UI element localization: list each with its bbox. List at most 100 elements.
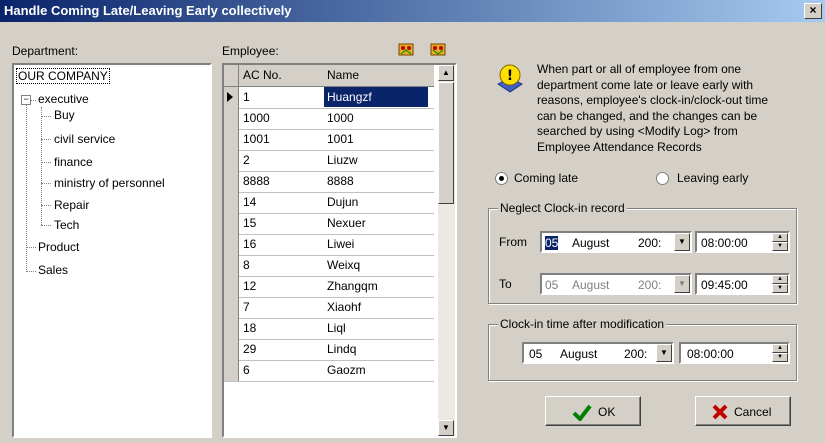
from-time-field[interactable]: 08:00:00 ▲ ▼ bbox=[695, 231, 790, 253]
cell-ac-no[interactable]: 18 bbox=[243, 321, 256, 335]
from-year[interactable]: 200: bbox=[638, 236, 661, 250]
cell-ac-no[interactable]: 1 bbox=[243, 90, 250, 104]
table-row[interactable]: 16 Liwei bbox=[224, 234, 434, 256]
cell-ac-no[interactable]: 1001 bbox=[243, 132, 270, 146]
cell-ac-no[interactable]: 7 bbox=[243, 300, 250, 314]
column-header-name[interactable]: Name bbox=[327, 68, 359, 82]
collapse-icon[interactable]: − bbox=[21, 95, 31, 105]
leaving-early-label[interactable]: Leaving early bbox=[677, 171, 748, 185]
cancel-button[interactable]: Cancel bbox=[695, 396, 791, 426]
to-day[interactable]: 05 bbox=[545, 278, 558, 292]
tree-item-finance[interactable]: finance bbox=[54, 155, 93, 169]
modification-date-dropdown-icon[interactable]: ▼ bbox=[656, 344, 672, 362]
select-all-icon[interactable] bbox=[398, 41, 414, 57]
cell-ac-no[interactable]: 2 bbox=[243, 153, 250, 167]
leaving-early-radio[interactable] bbox=[656, 172, 669, 185]
row-indicator[interactable] bbox=[224, 360, 239, 381]
row-indicator[interactable] bbox=[224, 255, 239, 276]
cell-name[interactable]: Zhangqm bbox=[324, 279, 381, 293]
cell-name[interactable]: Dujun bbox=[324, 195, 361, 209]
row-indicator[interactable] bbox=[224, 339, 239, 360]
cell-ac-no[interactable]: 8 bbox=[243, 258, 250, 272]
cell-name[interactable]: 8888 bbox=[324, 174, 357, 188]
department-tree[interactable]: OUR COMPANY − executive Buy civil servic… bbox=[12, 63, 212, 438]
tree-item-buy[interactable]: Buy bbox=[54, 108, 75, 122]
spin-up-icon[interactable]: ▲ bbox=[772, 233, 788, 242]
row-indicator[interactable] bbox=[224, 213, 239, 234]
spin-down-icon[interactable]: ▼ bbox=[772, 284, 788, 293]
modification-time-spinner[interactable]: ▲ ▼ bbox=[772, 344, 788, 362]
cell-ac-no[interactable]: 8888 bbox=[243, 174, 270, 188]
tree-item-civil-service[interactable]: civil service bbox=[54, 132, 115, 146]
modification-time-value[interactable]: 08:00:00 bbox=[687, 347, 734, 361]
row-indicator[interactable] bbox=[224, 234, 239, 255]
scroll-thumb[interactable] bbox=[438, 82, 454, 204]
table-row[interactable]: 18 Liql bbox=[224, 318, 434, 340]
from-date-dropdown-icon[interactable]: ▼ bbox=[674, 233, 690, 251]
close-button[interactable]: × bbox=[804, 3, 822, 19]
tree-item-sales[interactable]: Sales bbox=[38, 263, 68, 277]
row-indicator[interactable] bbox=[224, 150, 239, 171]
row-indicator[interactable] bbox=[224, 192, 239, 213]
cell-ac-no[interactable]: 6 bbox=[243, 363, 250, 377]
scroll-down-button[interactable]: ▼ bbox=[438, 420, 454, 436]
from-day[interactable]: 05 bbox=[545, 236, 559, 250]
from-month[interactable]: August bbox=[572, 236, 609, 250]
to-time-value[interactable]: 09:45:00 bbox=[701, 278, 748, 292]
employee-grid[interactable]: AC No. Name 1 Huangzf 1000 1000 1001 1001 2 Liu… bbox=[222, 63, 457, 438]
cell-name[interactable]: Huangzf bbox=[324, 87, 428, 107]
deselect-all-icon[interactable] bbox=[430, 41, 446, 57]
row-indicator[interactable] bbox=[224, 129, 239, 150]
table-row[interactable]: 1000 1000 bbox=[224, 108, 434, 130]
to-date-dropdown-icon[interactable]: ▼ bbox=[674, 275, 690, 293]
row-indicator[interactable] bbox=[224, 108, 239, 129]
cell-name[interactable]: Gaozm bbox=[324, 363, 369, 377]
tree-item-ministry-of-personnel[interactable]: ministry of personnel bbox=[54, 176, 165, 190]
cell-ac-no[interactable]: 12 bbox=[243, 279, 256, 293]
table-row[interactable]: 8 Weixq bbox=[224, 255, 434, 277]
row-indicator[interactable] bbox=[224, 318, 239, 339]
tree-item-tech[interactable]: Tech bbox=[54, 218, 79, 232]
from-time-value[interactable]: 08:00:00 bbox=[701, 236, 748, 250]
table-row[interactable]: 14 Dujun bbox=[224, 192, 434, 214]
table-row[interactable]: 1001 1001 bbox=[224, 129, 434, 151]
table-row[interactable]: 15 Nexuer bbox=[224, 213, 434, 235]
modification-month[interactable]: August bbox=[560, 347, 597, 361]
cell-name[interactable]: Liql bbox=[324, 321, 349, 335]
tree-item-our-company[interactable]: OUR COMPANY bbox=[16, 68, 110, 84]
cell-name[interactable]: Liuzw bbox=[324, 153, 361, 167]
table-row[interactable]: 1 Huangzf bbox=[224, 87, 434, 109]
modification-time-field[interactable]: 08:00:00 ▲ ▼ bbox=[679, 342, 790, 364]
cell-ac-no[interactable]: 14 bbox=[243, 195, 256, 209]
cell-name[interactable]: Lindq bbox=[324, 342, 359, 356]
cell-name[interactable]: Nexuer bbox=[324, 216, 369, 230]
modification-date-picker[interactable]: 05 August 200: ▼ bbox=[522, 342, 674, 364]
cell-name[interactable]: 1001 bbox=[324, 132, 357, 146]
cell-ac-no[interactable]: 16 bbox=[243, 237, 256, 251]
scroll-up-button[interactable]: ▲ bbox=[438, 65, 454, 81]
tree-item-product[interactable]: Product bbox=[38, 240, 79, 254]
spin-up-icon[interactable]: ▲ bbox=[772, 275, 788, 284]
table-row[interactable]: 2 Liuzw bbox=[224, 150, 434, 172]
spin-up-icon[interactable]: ▲ bbox=[772, 344, 788, 353]
grid-scrollbar[interactable]: ▲ ▼ bbox=[438, 65, 455, 436]
cell-name[interactable]: Xiaohf bbox=[324, 300, 364, 314]
cell-name[interactable]: Liwei bbox=[324, 237, 357, 251]
row-indicator[interactable] bbox=[224, 276, 239, 297]
table-row[interactable]: 8888 8888 bbox=[224, 171, 434, 193]
column-header-ac-no[interactable]: AC No. bbox=[243, 68, 282, 82]
spin-down-icon[interactable]: ▼ bbox=[772, 242, 788, 251]
to-month[interactable]: August bbox=[572, 278, 609, 292]
spin-down-icon[interactable]: ▼ bbox=[772, 353, 788, 362]
table-row[interactable]: 12 Zhangqm bbox=[224, 276, 434, 298]
current-row-indicator-icon[interactable] bbox=[224, 87, 239, 108]
table-row[interactable]: 7 Xiaohf bbox=[224, 297, 434, 319]
modification-day[interactable]: 05 bbox=[529, 347, 542, 361]
tree-item-executive[interactable]: executive bbox=[38, 92, 89, 106]
from-date-picker[interactable]: 05 August 200: ▼ bbox=[540, 231, 692, 253]
to-time-field[interactable]: 09:45:00 ▲ ▼ bbox=[695, 273, 790, 295]
to-time-spinner[interactable]: ▲ ▼ bbox=[772, 275, 788, 293]
tree-item-repair[interactable]: Repair bbox=[54, 198, 89, 212]
cell-ac-no[interactable]: 1000 bbox=[243, 111, 270, 125]
cell-name[interactable]: Weixq bbox=[324, 258, 363, 272]
